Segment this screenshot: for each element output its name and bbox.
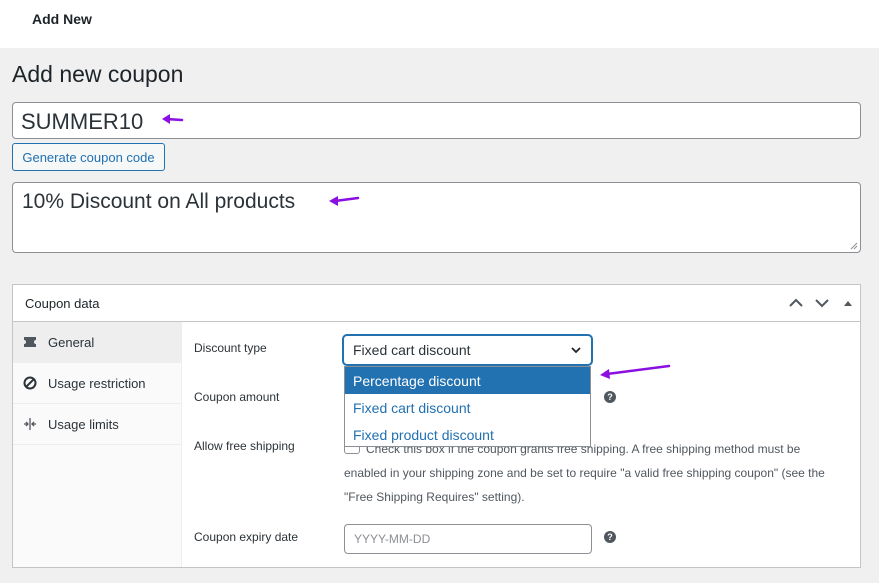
tab-usage-limits[interactable]: Usage limits — [13, 404, 181, 445]
option-fixed-product-discount[interactable]: Fixed product discount — [345, 421, 590, 448]
move-down-icon[interactable] — [813, 294, 831, 312]
tab-label: General — [48, 335, 95, 350]
page-title: Add new coupon — [12, 61, 184, 87]
tab-label: Usage restriction — [48, 376, 146, 391]
move-up-icon[interactable] — [787, 294, 805, 312]
collapse-toggle-icon[interactable] — [839, 294, 857, 312]
expiry-date-label: Coupon expiry date — [194, 530, 299, 544]
option-fixed-cart-discount[interactable]: Fixed cart discount — [345, 394, 590, 421]
help-icon[interactable]: ? — [604, 391, 616, 403]
resize-handle-icon[interactable] — [850, 242, 858, 250]
description-textarea[interactable]: 10% Discount on All products — [12, 182, 861, 253]
chevron-down-icon — [571, 347, 581, 354]
panel-title: Coupon data — [25, 296, 100, 311]
discount-type-value: Fixed cart discount — [353, 342, 471, 358]
help-icon[interactable]: ? — [604, 531, 616, 543]
expiry-date-input[interactable]: YYYY-MM-DD — [344, 524, 592, 554]
tab-general[interactable]: General — [13, 322, 181, 363]
expiry-date-placeholder: YYYY-MM-DD — [354, 532, 431, 546]
generate-coupon-code-button[interactable]: Generate coupon code — [12, 143, 165, 171]
coupon-data-tabs: General Usage restriction Usage limits — [13, 322, 182, 567]
option-percentage-discount[interactable]: Percentage discount — [345, 367, 590, 394]
limits-icon — [24, 418, 36, 430]
tab-label: Usage limits — [48, 417, 119, 432]
ban-icon — [23, 376, 37, 390]
annotation-arrow-icon — [329, 196, 360, 206]
breadcrumb: Add New — [32, 11, 92, 27]
coupon-code-input[interactable]: SUMMER10 — [12, 102, 861, 139]
coupon-code-value: SUMMER10 — [21, 109, 144, 134]
tab-usage-restriction[interactable]: Usage restriction — [13, 363, 181, 404]
ticket-icon — [24, 337, 36, 347]
discount-type-label: Discount type — [194, 341, 267, 355]
discount-type-dropdown: Percentage discount Fixed cart discount … — [344, 366, 591, 447]
panel-header: Coupon data — [13, 285, 860, 322]
description-value: 10% Discount on All products — [22, 190, 296, 213]
annotation-arrow-icon — [162, 114, 184, 124]
coupon-amount-label: Coupon amount — [194, 390, 280, 404]
free-shipping-label: Allow free shipping — [194, 439, 295, 453]
discount-type-select[interactable]: Fixed cart discount — [343, 335, 592, 365]
annotation-arrow-icon — [600, 364, 671, 379]
top-bar: Add New — [0, 0, 879, 48]
